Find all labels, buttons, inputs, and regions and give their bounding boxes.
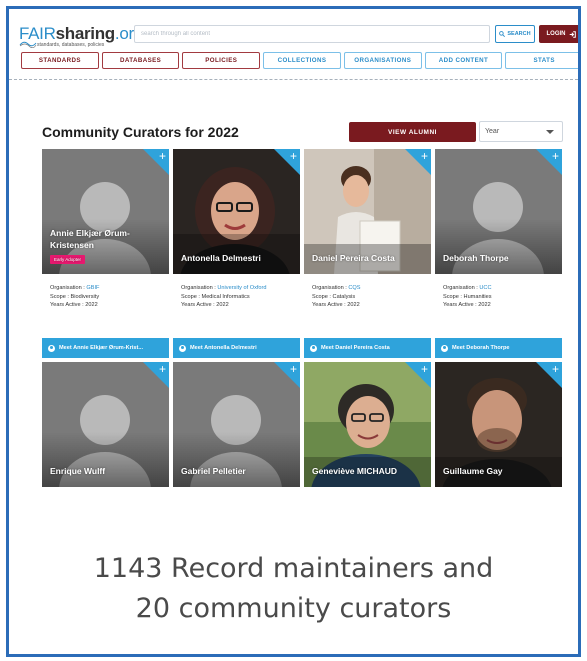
organisation-row: Organisation : University of Oxford <box>181 285 267 291</box>
plus-icon[interactable]: + <box>552 362 559 376</box>
search-button-label: SEARCH <box>507 31 531 37</box>
years-row: Years Active : 2022 <box>312 302 360 308</box>
scope-row: Scope : Humanities <box>443 293 492 300</box>
curator-card[interactable]: + Geneviève MICHAUD <box>304 362 431 487</box>
curator-name: Gabriel Pelletier <box>181 466 246 476</box>
curator-name: Deborah Thorpe <box>443 253 509 263</box>
curator-photo-frame[interactable]: + Daniel Pereira Costa <box>304 149 431 274</box>
curator-info: Organisation : GBIF Scope : Biodiversity… <box>42 274 169 338</box>
curator-card[interactable]: + Daniel Pereira Costa Organisation : CQ… <box>304 149 431 358</box>
curator-photo-frame[interactable]: + Enrique Wulff <box>42 362 169 487</box>
slide-caption: 1143 Record maintainers and 20 community… <box>9 549 578 629</box>
organisation-row: Organisation : CQS <box>312 285 361 291</box>
year-select-value: Year <box>485 128 500 135</box>
header-divider <box>9 79 578 80</box>
user-circle-icon <box>441 344 448 352</box>
meet-curator-button[interactable]: Meet Annie Elkjær Ørum-Krist... <box>42 338 169 358</box>
user-circle-icon <box>179 344 186 352</box>
view-alumni-button[interactable]: VIEW ALUMNI <box>349 122 476 142</box>
curator-name: Guillaume Gay <box>443 466 503 476</box>
curator-name: Geneviève MICHAUD <box>312 466 398 476</box>
organisation-link[interactable]: University of Oxford <box>217 285 266 291</box>
user-circle-icon <box>310 344 317 352</box>
logo-sharing: sharing <box>55 24 116 43</box>
user-circle-icon <box>48 344 55 352</box>
early-adopter-badge: Early Adopter <box>50 255 86 264</box>
nav-stats[interactable]: STATS <box>505 52 578 69</box>
plus-icon[interactable]: + <box>290 149 297 163</box>
logo-tagline: standards, databases, policies <box>37 42 105 48</box>
curator-card[interactable]: + Antonella Delmestri Organisation : Uni… <box>173 149 300 358</box>
curator-photo-frame[interactable]: + Annie Elkjær Ørum-Kristensen Early Ado… <box>42 149 169 274</box>
login-icon <box>569 30 576 38</box>
curator-photo-frame[interactable]: + Antonella Delmestri <box>173 149 300 274</box>
curator-info: Organisation : CQS Scope : Catalysis Yea… <box>304 274 431 338</box>
organisation-link[interactable]: GBIF <box>86 285 99 291</box>
curator-photo-frame[interactable]: + Guillaume Gay <box>435 362 562 487</box>
plus-icon[interactable]: + <box>159 362 166 376</box>
curator-photo-frame[interactable]: + Deborah Thorpe <box>435 149 562 274</box>
plus-icon[interactable]: + <box>552 149 559 163</box>
years-row: Years Active : 2022 <box>50 302 98 308</box>
plus-icon[interactable]: + <box>159 149 166 163</box>
meet-curator-button[interactable]: Meet Deborah Thorpe <box>435 338 562 358</box>
meet-curator-button[interactable]: Meet Antonella Delmestri <box>173 338 300 358</box>
organisation-row: Organisation : GBIF <box>50 285 100 291</box>
caption-line-2: 20 community curators <box>135 593 452 624</box>
curator-card[interactable]: + Gabriel Pelletier <box>173 362 300 487</box>
fairsharing-logo[interactable]: FAIRsharing.org standards, databases, po… <box>19 24 143 49</box>
site-header: FAIRsharing.org standards, databases, po… <box>9 9 578 89</box>
nav-collections[interactable]: COLLECTIONS <box>263 52 341 69</box>
organisation-row: Organisation : UCC <box>443 285 492 291</box>
login-button[interactable]: LOGIN <box>539 25 578 43</box>
search-button[interactable]: SEARCH <box>495 25 535 43</box>
curator-name: Daniel Pereira Costa <box>312 253 395 263</box>
page-title: Community Curators for 2022 <box>42 124 239 140</box>
scope-row: Scope : Medical Informatics <box>181 293 250 300</box>
plus-icon[interactable]: + <box>290 362 297 376</box>
nav-add-content[interactable]: ADD CONTENT <box>424 52 503 69</box>
curator-card[interactable]: + Guillaume Gay <box>435 362 562 487</box>
scope-row: Scope : Biodiversity <box>50 293 100 300</box>
meet-curator-button[interactable]: Meet Daniel Pereira Costa <box>304 338 431 358</box>
chevron-down-icon <box>546 130 554 134</box>
curator-info: Organisation : UCC Scope : Humanities Ye… <box>435 274 562 338</box>
year-select[interactable]: Year <box>479 121 563 142</box>
curator-card[interactable]: + Annie Elkjær Ørum-Kristensen Early Ado… <box>42 149 169 358</box>
years-row: Years Active : 2022 <box>181 302 229 308</box>
curator-info: Organisation : University of Oxford Scop… <box>173 274 300 338</box>
organisation-link[interactable]: CQS <box>348 285 360 291</box>
curator-photo-frame[interactable]: + Gabriel Pelletier <box>173 362 300 487</box>
login-button-label: LOGIN <box>546 31 566 37</box>
nav-policies[interactable]: POLICIES <box>182 52 261 69</box>
curator-photo-frame[interactable]: + Geneviève MICHAUD <box>304 362 431 487</box>
organisation-link[interactable]: UCC <box>479 285 491 291</box>
nav-organisations[interactable]: ORGANISATIONS <box>343 52 422 69</box>
screenshot-frame: FAIRsharing.org standards, databases, po… <box>6 6 581 657</box>
curator-card[interactable]: + Enrique Wulff <box>42 362 169 487</box>
caption-line-1: 1143 Record maintainers and <box>93 553 494 584</box>
curator-name: Enrique Wulff <box>50 466 106 476</box>
curator-card[interactable]: + Deborah Thorpe Organisation : UCC Scop… <box>435 149 562 358</box>
search-input[interactable] <box>134 25 490 43</box>
plus-icon[interactable]: + <box>421 149 428 163</box>
nav-databases[interactable]: DATABASES <box>101 52 180 69</box>
logo-swirl-icon <box>19 41 37 48</box>
search-icon <box>499 31 506 37</box>
years-row: Years Active : 2022 <box>443 302 491 308</box>
main-nav: STANDARDS DATABASES POLICIES COLLECTIONS ORG… <box>21 52 578 69</box>
plus-icon[interactable]: + <box>421 362 428 376</box>
scope-row: Scope : Catalysis <box>312 293 356 300</box>
curator-name: Antonella Delmestri <box>181 253 261 263</box>
nav-standards[interactable]: STANDARDS <box>21 52 99 69</box>
curator-name: Annie Elkjær Ørum-Kristensen Early Adopt… <box>50 228 130 264</box>
